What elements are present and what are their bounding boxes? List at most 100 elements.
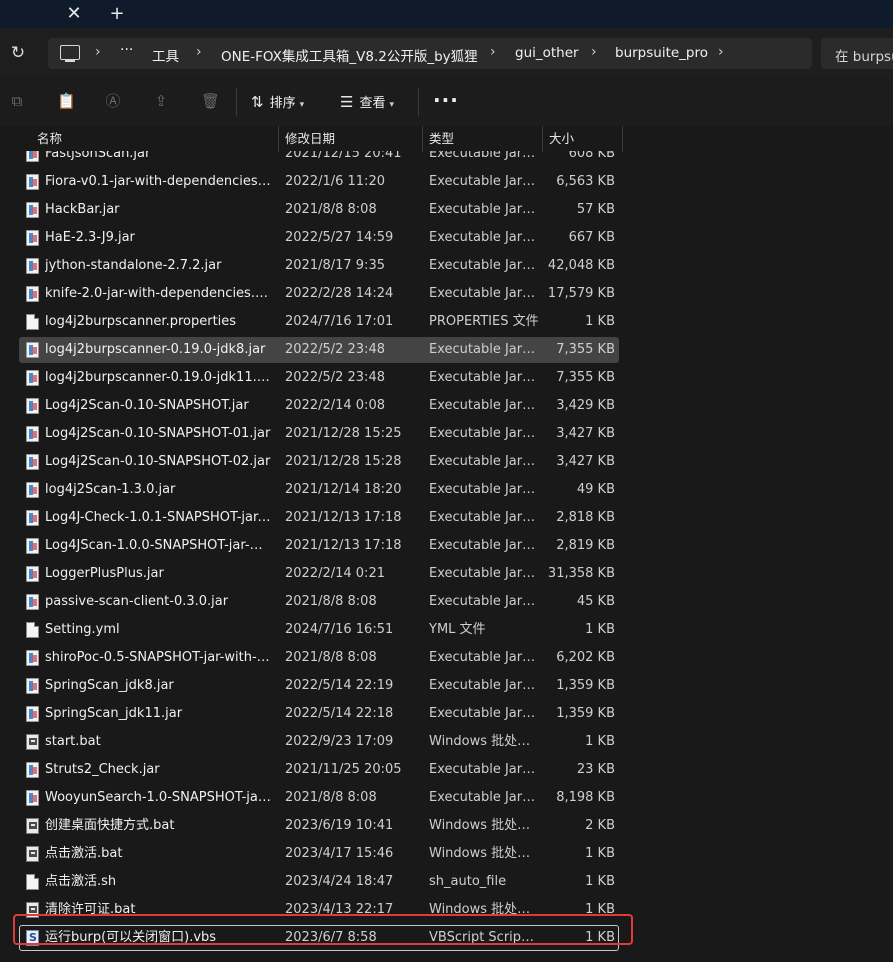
table-row[interactable]: FastjsonScan.jar 2021/12/15 20:41 Executab… <box>0 151 893 168</box>
file-name: passive-scan-client-0.3.0.jar <box>45 594 229 609</box>
table-row[interactable]: jython-standalone-2.7.2.jar 2021/8/17 9:3… <box>0 252 893 280</box>
column-header: ^ 名称 修改日期 类型 大小 <box>0 126 893 152</box>
vbs-icon <box>26 930 39 946</box>
file-size: 7,355 KB <box>556 370 615 385</box>
address-bar[interactable]: › ··· 工具 › ONE-FOX集成工具箱_V8.2公开版_by狐狸 › g… <box>48 38 812 69</box>
chevron-right-icon: › <box>591 44 597 60</box>
file-date: 2021/12/28 15:28 <box>285 454 402 469</box>
file-type: PROPERTIES 文件 <box>429 314 539 329</box>
file-name: Log4J-Check-1.0.1-SNAPSHOT-jar-wit... <box>45 510 271 525</box>
column-divider[interactable] <box>278 126 279 152</box>
table-row[interactable]: log4j2burpscanner-0.19.0-jdk8.jar 2022/5/… <box>0 336 893 364</box>
breadcrumb-gui-other[interactable]: gui_other <box>515 45 579 61</box>
table-row[interactable]: log4j2burpscanner-0.19.0-jdk11.jar 2022/5… <box>0 364 893 392</box>
file-rows-viewport[interactable]: FastjsonScan.jar 2021/12/15 20:41 Executab… <box>0 151 893 962</box>
jar-icon <box>26 706 39 722</box>
table-row[interactable]: Log4j2Scan-0.10-SNAPSHOT-02.jar 2021/12/2… <box>0 448 893 476</box>
file-size: 3,427 KB <box>556 454 615 469</box>
column-divider[interactable] <box>422 126 423 152</box>
file-type: Executable Jar File <box>429 594 539 609</box>
file-size: 1 KB <box>585 846 615 861</box>
table-row[interactable]: Log4J-Check-1.0.1-SNAPSHOT-jar-wit... 202… <box>0 504 893 532</box>
table-row[interactable]: SpringScan_jdk11.jar 2022/5/14 22:18 Execu… <box>0 700 893 728</box>
file-size: 1 KB <box>585 902 615 917</box>
jar-icon <box>26 482 39 498</box>
column-size[interactable]: 大小 <box>549 126 574 152</box>
this-pc-icon[interactable] <box>60 45 80 62</box>
table-row[interactable]: HaE-2.3-J9.jar 2022/5/27 14:59 Executable … <box>0 224 893 252</box>
column-name[interactable]: 名称 <box>37 126 62 152</box>
file-type: Executable Jar File <box>429 706 539 721</box>
table-row[interactable]: 点击激活.bat 2023/4/17 15:46 Windows 批处理... 1 K… <box>0 840 893 868</box>
table-row[interactable]: Log4j2Scan-0.10-SNAPSHOT.jar 2022/2/14 0:… <box>0 392 893 420</box>
table-row[interactable]: passive-scan-client-0.3.0.jar 2021/8/8 8:… <box>0 588 893 616</box>
column-divider[interactable] <box>542 126 543 152</box>
paste-icon[interactable]: 📋 <box>57 93 76 109</box>
table-row[interactable]: Fiora-v0.1-jar-with-dependencies.jar 2022… <box>0 168 893 196</box>
file-date: 2021/12/14 18:20 <box>285 482 402 497</box>
table-row[interactable]: Struts2_Check.jar 2021/11/25 20:05 Executa… <box>0 756 893 784</box>
table-row[interactable]: 点击激活.sh 2023/4/24 18:47 sh_auto_file 1 KB <box>0 868 893 896</box>
file-name: Log4JScan-1.0.0-SNAPSHOT-jar-with-... <box>45 538 271 553</box>
file-date: 2023/4/13 22:17 <box>285 902 394 917</box>
breadcrumb-burpsuite-pro[interactable]: burpsuite_pro <box>615 45 708 61</box>
table-row[interactable]: Log4j2Scan-0.10-SNAPSHOT-01.jar 2021/12/2… <box>0 420 893 448</box>
file-date: 2022/2/14 0:21 <box>285 566 385 581</box>
table-row[interactable]: HackBar.jar 2021/8/8 8:08 Executable Jar F… <box>0 196 893 224</box>
table-row[interactable]: LoggerPlusPlus.jar 2022/2/14 0:21 Executab… <box>0 560 893 588</box>
search-placeholder: 在 burpsu <box>835 49 893 65</box>
more-options-button[interactable]: ··· <box>433 88 459 112</box>
table-row[interactable]: start.bat 2022/9/23 17:09 Windows 批处理... 1 … <box>0 728 893 756</box>
search-input[interactable]: 在 burpsu <box>821 38 893 69</box>
sort-button[interactable]: ⇅ 排序 ▾ <box>251 90 304 114</box>
breadcrumb-onefox[interactable]: ONE-FOX集成工具箱_V8.2公开版_by狐狸 <box>221 45 478 65</box>
sort-ascending-icon: ^ <box>150 126 158 131</box>
file-type: Executable Jar File <box>429 258 539 273</box>
jar-icon <box>26 151 39 162</box>
breadcrumb-overflow[interactable]: ··· <box>120 42 133 58</box>
column-divider[interactable] <box>622 126 623 152</box>
table-row[interactable]: Log4JScan-1.0.0-SNAPSHOT-jar-with-... 202… <box>0 532 893 560</box>
column-type[interactable]: 类型 <box>429 126 454 152</box>
view-button[interactable]: ☰ 查看 ▾ <box>340 90 394 114</box>
file-name: SpringScan_jdk11.jar <box>45 706 183 721</box>
close-tab-icon[interactable]: ✕ <box>60 2 88 26</box>
file-size: 1,359 KB <box>556 706 615 721</box>
address-bar-area: ↻ › ··· 工具 › ONE-FOX集成工具箱_V8.2公开版_by狐狸 ›… <box>0 28 893 78</box>
new-tab-icon[interactable]: + <box>103 2 131 26</box>
table-row[interactable]: 创建桌面快捷方式.bat 2023/6/19 10:41 Windows 批处理..… <box>0 812 893 840</box>
table-row[interactable]: log4j2burpscanner.properties 2024/7/16 17… <box>0 308 893 336</box>
refresh-icon[interactable]: ↻ <box>6 41 30 65</box>
chevron-down-icon: ▾ <box>389 100 394 110</box>
table-row[interactable]: 运行burp(可以关闭窗口).vbs 2023/6/7 8:58 VBScript … <box>0 924 893 952</box>
sort-icon: ⇅ <box>251 93 264 111</box>
file-name: WooyunSearch-1.0-SNAPSHOT-jar-wi... <box>45 790 271 805</box>
file-name: 点击激活.bat <box>45 846 123 861</box>
file-size: 1,359 KB <box>556 678 615 693</box>
file-name: Struts2_Check.jar <box>45 762 160 777</box>
breadcrumb-tools[interactable]: 工具 <box>152 45 179 65</box>
file-name: Fiora-v0.1-jar-with-dependencies.jar <box>45 174 271 189</box>
file-type: YML 文件 <box>429 622 486 637</box>
file-size: 2,818 KB <box>556 510 615 525</box>
jar-icon <box>26 566 39 582</box>
table-row[interactable]: shiroPoc-0.5-SNAPSHOT-jar-with-de... 2021… <box>0 644 893 672</box>
table-row[interactable]: Setting.yml 2024/7/16 16:51 YML 文件 1 KB <box>0 616 893 644</box>
table-row[interactable]: 清除许可证.bat 2023/4/13 22:17 Windows 批处理... 1 … <box>0 896 893 924</box>
toolbar-divider <box>236 88 237 116</box>
table-row[interactable]: SpringScan_jdk8.jar 2022/5/14 22:19 Execut… <box>0 672 893 700</box>
file-name: knife-2.0-jar-with-dependencies.jar <box>45 286 271 301</box>
delete-icon[interactable]: 🗑 <box>201 93 220 109</box>
column-date[interactable]: 修改日期 <box>285 126 335 152</box>
table-row[interactable]: log4j2Scan-1.3.0.jar 2021/12/14 18:20 Exec… <box>0 476 893 504</box>
rename-icon[interactable]: Ⓐ <box>105 93 121 109</box>
file-date: 2023/6/7 8:58 <box>285 930 377 945</box>
file-size: 42,048 KB <box>547 258 615 273</box>
table-row[interactable]: knife-2.0-jar-with-dependencies.jar 2022/… <box>0 280 893 308</box>
view-label: 查看 <box>359 96 386 111</box>
copy-icon[interactable]: ⧉ <box>9 93 25 109</box>
table-row[interactable]: WooyunSearch-1.0-SNAPSHOT-jar-wi... 2021/… <box>0 784 893 812</box>
file-size: 7,355 KB <box>556 342 615 357</box>
chevron-right-icon[interactable]: › <box>718 44 724 60</box>
share-icon[interactable]: ⇪ <box>153 93 169 109</box>
